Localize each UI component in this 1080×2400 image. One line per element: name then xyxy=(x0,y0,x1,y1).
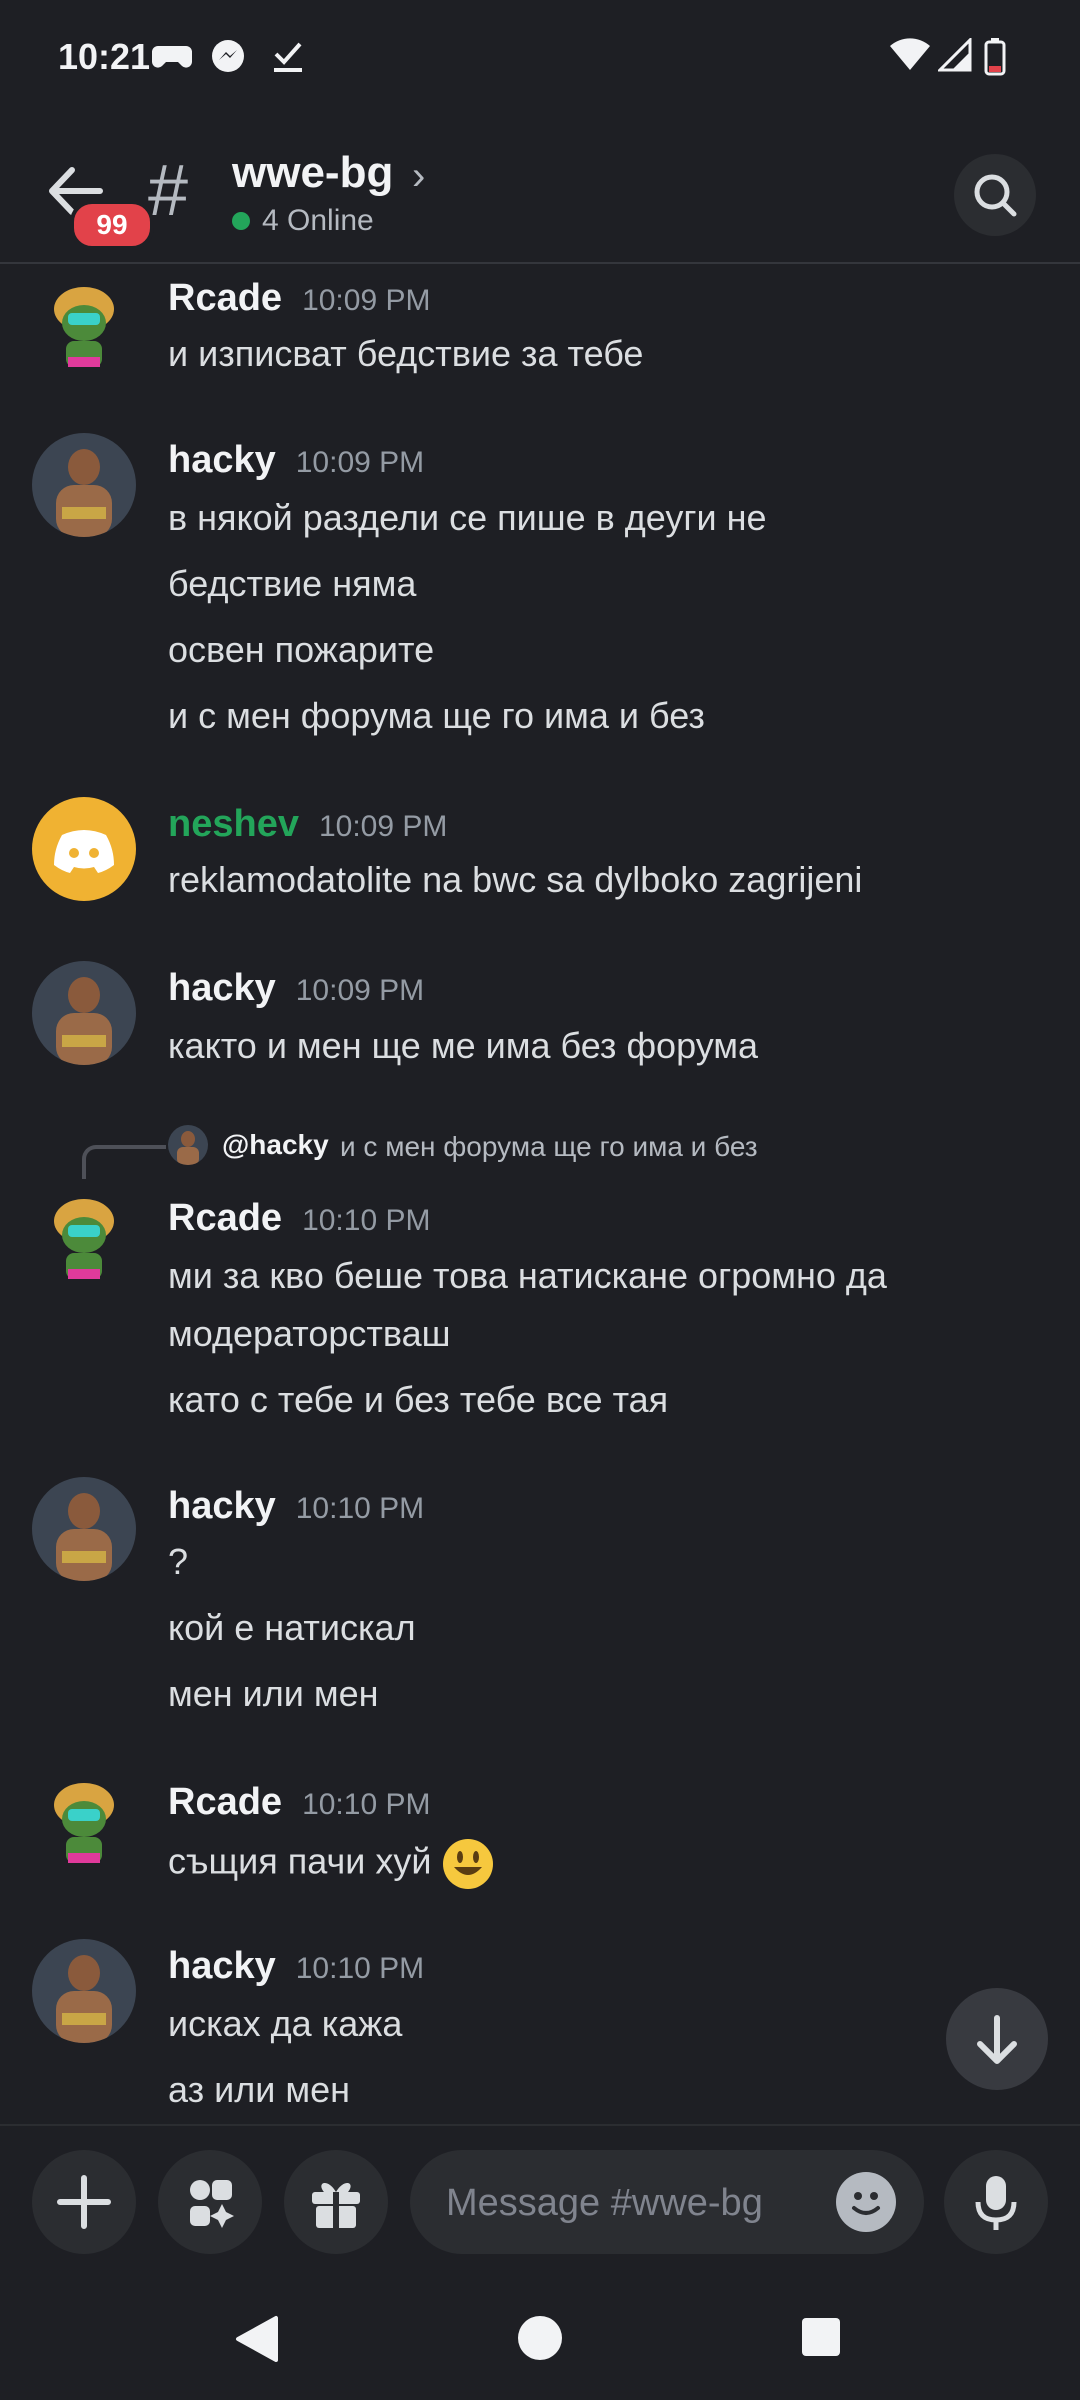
check-icon xyxy=(274,42,302,72)
message-timestamp: 10:10 PM xyxy=(302,1788,431,1821)
avatar-hacky[interactable] xyxy=(32,433,136,537)
game-controller-icon xyxy=(152,46,192,68)
message-line: reklamodatolite na bwc sa dylboko zagrij… xyxy=(168,859,863,900)
reply-connector xyxy=(82,1145,166,1179)
message-author[interactable]: Rcade 10:10 PM xyxy=(168,1197,430,1240)
nav-back-icon[interactable] xyxy=(232,2314,282,2364)
avatar-rcade[interactable] xyxy=(32,279,136,383)
messenger-icon xyxy=(212,40,244,72)
emoji-icon xyxy=(852,2192,880,2215)
message-timestamp: 10:09 PM xyxy=(318,810,448,843)
channel-name[interactable]: wwe-bg xyxy=(232,148,393,198)
avatar-hacky[interactable] xyxy=(32,1477,136,1581)
battery-icon xyxy=(984,38,1006,76)
nav-recents-icon[interactable] xyxy=(800,2316,842,2358)
message-input[interactable]: Message #wwe-bg xyxy=(410,2150,924,2254)
message-line: исках да кажа xyxy=(168,2003,403,2044)
wifi-icon xyxy=(890,38,930,70)
search-icon xyxy=(974,174,1017,217)
smiley-emoji-icon xyxy=(443,1839,494,1889)
online-count: 4 Online xyxy=(262,204,374,237)
message-line: и с мен форума ще го има и без xyxy=(168,695,705,736)
reply-avatar-hacky xyxy=(168,1125,208,1165)
reply-text[interactable]: и с мен форума ще го има и без xyxy=(340,1131,758,1163)
emoji-button[interactable] xyxy=(836,2172,896,2232)
message-timestamp: 10:09 PM xyxy=(302,284,431,317)
message-line: като с тебе и без тебе все тая xyxy=(168,1379,669,1420)
message-input-placeholder: Message #wwe-bg xyxy=(446,2182,763,2224)
message-text: същия пачи хуй xyxy=(168,1840,432,1882)
apps-icon xyxy=(190,2180,234,2228)
message-line: бедствие няма xyxy=(168,563,417,604)
plus-icon xyxy=(57,2175,111,2229)
jump-to-latest-button[interactable] xyxy=(946,1988,1048,2090)
reply-author[interactable]: @hacky xyxy=(222,1129,329,1161)
message-timestamp: 10:10 PM xyxy=(295,1492,425,1525)
arrow-down-icon xyxy=(977,2015,1017,2064)
avatar-rcade[interactable] xyxy=(32,1775,136,1879)
avatar-hacky[interactable] xyxy=(32,961,136,1065)
message-timestamp: 10:09 PM xyxy=(295,446,425,479)
status-bar: 10:21 xyxy=(0,0,1080,120)
message-line: аз или мен xyxy=(168,2069,351,2110)
nav-home-icon[interactable] xyxy=(516,2314,564,2362)
message-line: мен или мен xyxy=(168,1673,379,1714)
voice-message-button[interactable] xyxy=(944,2150,1048,2254)
message-line: както и мен ще ме има без форума xyxy=(168,1025,759,1066)
message-timestamp: 10:09 PM xyxy=(295,974,425,1007)
discord-logo-icon xyxy=(54,830,114,873)
message-line: модераторстваш xyxy=(168,1313,451,1354)
message-line: в някой раздели се пише в деуги не xyxy=(168,497,767,538)
message-composer: Message #wwe-bg xyxy=(0,2124,1080,2278)
message-line: освен пожарите xyxy=(168,629,435,670)
message-author[interactable]: Rcade 10:09 PM xyxy=(168,277,430,320)
message-list[interactable]: Rcade 10:09 PM и изписват бедствие за теб… xyxy=(0,263,1080,2123)
avatar-neshev[interactable] xyxy=(32,797,136,901)
channel-header: 99 # wwe-bg › 4 Online xyxy=(0,120,1080,264)
message-line: ми за кво беше това натискане огромно да xyxy=(168,1255,887,1296)
status-time: 10:21 xyxy=(58,36,151,77)
message-author[interactable]: Rcade 10:10 PM xyxy=(168,1781,430,1824)
system-nav-bar xyxy=(0,2276,1080,2400)
message-line: кой е натискал xyxy=(168,1607,416,1648)
message-line: ? xyxy=(168,1541,189,1582)
hash-icon: # xyxy=(148,151,189,231)
apps-button[interactable] xyxy=(158,2150,262,2254)
message-line: същия пачи хуй xyxy=(168,1837,495,1891)
mic-icon xyxy=(975,2176,1017,2230)
message-author[interactable]: neshev 10:09 PM xyxy=(168,803,447,846)
message-author[interactable]: hacky 10:10 PM xyxy=(168,1945,424,1988)
unread-badge: 99 xyxy=(70,200,154,250)
message-author[interactable]: hacky 10:09 PM xyxy=(168,439,424,482)
message-line: и изписват бедствие за тебе xyxy=(168,333,644,374)
search-button[interactable] xyxy=(954,154,1036,236)
attach-button[interactable] xyxy=(32,2150,136,2254)
message-timestamp: 10:10 PM xyxy=(302,1204,431,1237)
signal-icon xyxy=(938,38,972,72)
message-author[interactable]: hacky 10:09 PM xyxy=(168,967,424,1010)
chevron-right-icon[interactable]: › xyxy=(412,154,425,199)
gift-button[interactable] xyxy=(284,2150,388,2254)
message-author[interactable]: hacky 10:10 PM xyxy=(168,1485,424,1528)
gift-icon xyxy=(312,2182,360,2228)
message-timestamp: 10:10 PM xyxy=(295,1952,425,1985)
avatar-hacky[interactable] xyxy=(32,1939,136,2043)
online-status-dot xyxy=(232,212,250,230)
avatar-rcade[interactable] xyxy=(32,1191,136,1295)
